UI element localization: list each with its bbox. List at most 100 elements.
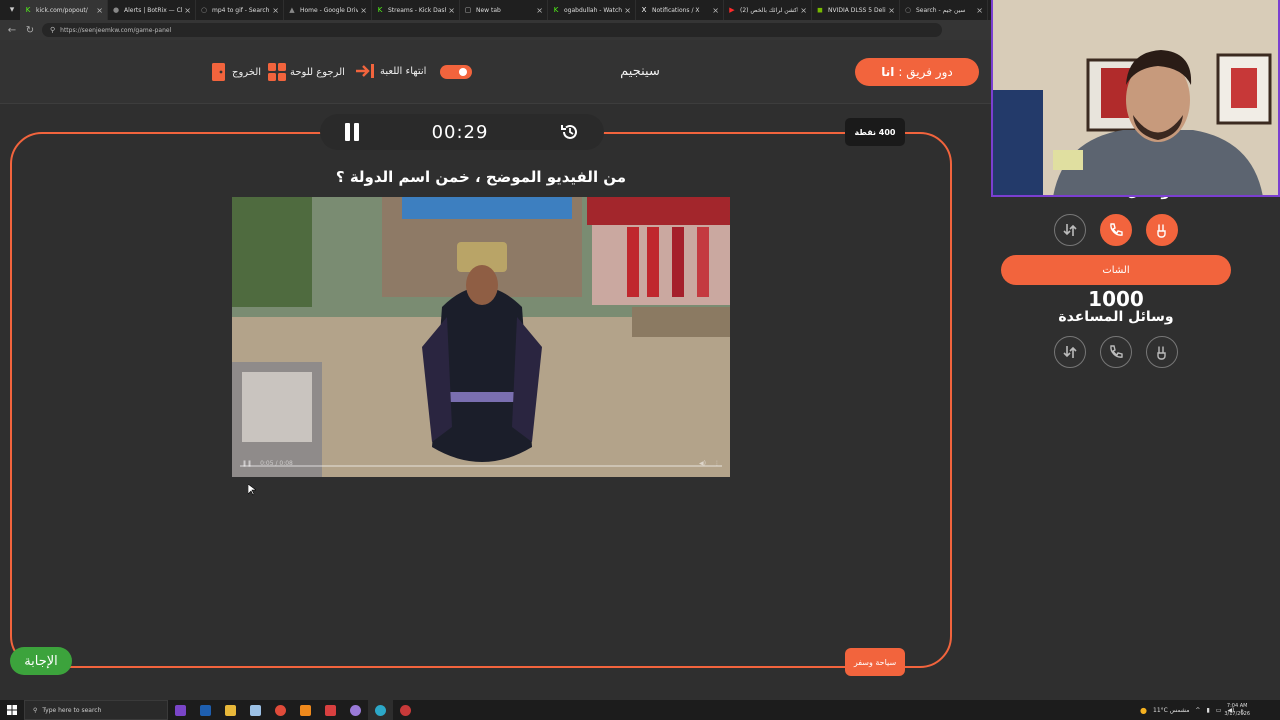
clock-date: 3/17/2026 (1224, 711, 1250, 717)
peace-hand-icon (1157, 224, 1166, 238)
browser-tab[interactable]: ○ Search - سين جيم × (900, 0, 988, 20)
browser-tab-label: mp4 to gif - Search (212, 6, 270, 14)
browser-tab[interactable]: ▢ New tab × (460, 0, 548, 20)
exit-button[interactable]: الخروج (212, 63, 261, 81)
browser-tab-label: New tab (476, 6, 501, 14)
weather-text: 11°C مشمس (1153, 706, 1190, 714)
close-tab-icon[interactable]: × (536, 6, 543, 15)
site-info-icon[interactable]: ⚲ (50, 26, 55, 34)
end-game-button[interactable]: انتهاء اللعبة (354, 63, 426, 79)
team2-aids (1054, 336, 1178, 368)
close-tab-icon[interactable]: × (272, 6, 279, 15)
swap-aid-button[interactable] (1054, 214, 1086, 246)
grid-icon (268, 63, 286, 81)
chrome-icon[interactable] (268, 700, 293, 720)
question-video[interactable]: ❚❚ 0:05 / 0:08 ◀) ⋮ (232, 197, 730, 477)
team-turn-label: دور فريق : (898, 65, 953, 79)
clock-time: 7:04 AM (1226, 703, 1248, 709)
close-tab-icon[interactable]: × (96, 6, 103, 15)
chevron-up-icon[interactable]: ^ (1195, 707, 1200, 714)
swap-arrows-icon (1063, 224, 1077, 236)
video-pause-icon[interactable]: ❚❚ (242, 460, 252, 467)
two-answers-aid-button[interactable] (1146, 214, 1178, 246)
clock[interactable]: 7:04 AM 3/17/2026 (1224, 702, 1250, 718)
browser-tab-label: (2) رياكشن لرائك بالخص (740, 6, 799, 14)
browser-tab[interactable]: ▲ Home - Google Drive × (284, 0, 372, 20)
browser-tab-label: Home - Google Drive (300, 6, 359, 14)
toggle-knob (459, 68, 467, 76)
search-icon: ⚲ (33, 706, 38, 714)
terminal-icon[interactable] (193, 700, 218, 720)
windows-taskbar: ⚲ Type here to search ● 11°C مشمس ^ ▮ ▭ … (0, 700, 1280, 720)
favicon-icon: ● (112, 6, 120, 14)
reload-icon[interactable]: ↻ (24, 25, 36, 36)
file-explorer-icon[interactable] (218, 700, 243, 720)
close-tab-icon[interactable]: × (624, 6, 631, 15)
close-tab-icon[interactable]: × (888, 6, 895, 15)
video-controls: ❚❚ 0:05 / 0:08 ◀) ⋮ (232, 449, 730, 477)
edge-icon[interactable] (368, 700, 393, 720)
tabs-container: Kkick.com/popout/ × ● Alerts | BotRix — Clo… (20, 0, 988, 20)
answer-button[interactable]: الإجابة (10, 647, 72, 675)
windows-logo-icon (7, 705, 17, 715)
system-tray: ● 11°C مشمس ^ ▮ ▭ ◀) ع (1140, 700, 1280, 720)
obs-icon[interactable] (343, 700, 368, 720)
timer-display: 00:29 (431, 121, 489, 143)
team2-score: 1000 (1088, 287, 1144, 311)
close-tab-icon[interactable]: × (800, 6, 807, 15)
chat-button[interactable]: الشات (1001, 255, 1231, 285)
taskbar-search[interactable]: ⚲ Type here to search (24, 700, 168, 720)
browser-tab-label: kick.com/popout/ (36, 6, 88, 14)
browser-tab[interactable]: ◼ NVIDIA DLSS 5 Deliver× (812, 0, 900, 20)
network-icon[interactable]: ▭ (1216, 707, 1222, 714)
wps-icon[interactable] (318, 700, 343, 720)
search-placeholder: Type here to search (42, 706, 102, 714)
back-to-board-button[interactable]: الرجوع للوحة (268, 63, 345, 81)
reset-timer-icon[interactable] (560, 122, 580, 142)
points-badge: 400 نقطة (845, 118, 905, 146)
close-tab-icon[interactable]: × (184, 6, 191, 15)
task-view-icon[interactable] (168, 700, 193, 720)
recorder-icon[interactable] (393, 700, 418, 720)
webcam-overlay (991, 0, 1280, 197)
webcam-frame (993, 0, 1278, 195)
call-aid-button-team2[interactable] (1100, 336, 1132, 368)
close-tab-icon[interactable]: × (976, 6, 983, 15)
browser-tab-label: Notifications / X (652, 6, 700, 14)
timer-bar: 00:29 (320, 114, 604, 150)
pause-icon[interactable] (344, 123, 360, 141)
video-frame (232, 197, 730, 477)
call-aid-button[interactable] (1100, 214, 1132, 246)
browser-tab[interactable]: ○ mp4 to gif - Search × (196, 0, 284, 20)
browser-tab-label: Alerts | BotRix — Clo (124, 6, 183, 14)
question-text: من الفيديو الموضح ، خمن اسم الدولة ؟ (335, 168, 627, 186)
browser-tab[interactable]: Kogabdullah - Watch th× (548, 0, 636, 20)
volume-icon[interactable]: ◀) (699, 460, 706, 467)
back-icon[interactable]: ← (6, 25, 18, 36)
more-icon[interactable]: ⋮ (714, 460, 720, 467)
microphone-icon[interactable]: ▮ (1206, 707, 1209, 714)
browser-tab[interactable]: X Notifications / X × (636, 0, 724, 20)
close-tab-icon[interactable]: × (712, 6, 719, 15)
team-turn-pill: دور فريق : انا (855, 58, 979, 86)
notes-icon[interactable] (243, 700, 268, 720)
exit-door-icon (212, 63, 225, 81)
favicon-icon: ▲ (289, 6, 295, 14)
close-tab-icon[interactable]: × (360, 6, 367, 15)
mouse-cursor-icon (248, 484, 256, 496)
team-name: انا (881, 65, 895, 79)
browser-tab[interactable]: ▶ (2) رياكشن لرائك بالخص × (724, 0, 812, 20)
swap-aid-button-team2[interactable] (1054, 336, 1086, 368)
two-answers-aid-button-team2[interactable] (1146, 336, 1178, 368)
tab-menu-icon[interactable]: ▾ (4, 2, 20, 18)
windows-start-button[interactable] (0, 700, 24, 720)
browser-tab-label: Search - سين جيم (916, 6, 966, 14)
browser-tab[interactable]: K Streams - Kick Dashbo× (372, 0, 460, 20)
browser-tab[interactable]: Kkick.com/popout/ × (20, 0, 108, 20)
vlc-icon[interactable] (293, 700, 318, 720)
browser-tab[interactable]: ● Alerts | BotRix — Clo × (108, 0, 196, 20)
address-bar[interactable]: ⚲ https://seenjeemkw.com/game-panel (42, 23, 942, 37)
team2-aids-label: وسائل المساعدة (1058, 309, 1174, 325)
sound-toggle[interactable] (440, 65, 472, 79)
close-tab-icon[interactable]: × (448, 6, 455, 15)
